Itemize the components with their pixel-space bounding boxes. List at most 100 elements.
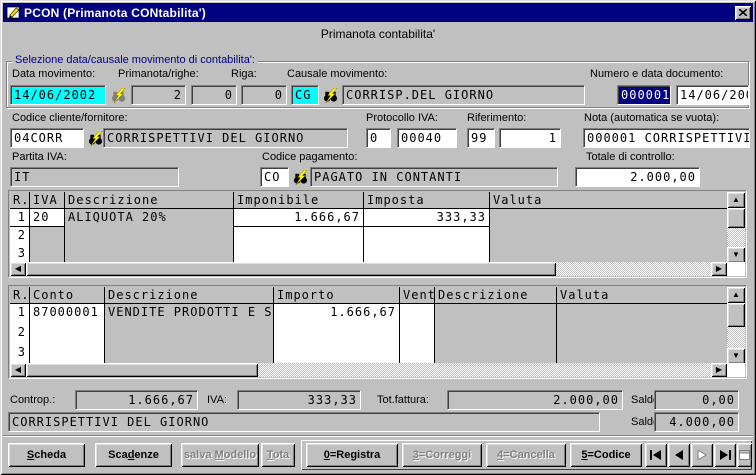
iva-grid: R. IVA Descrizione Imponibile Imposta Va… [10, 192, 729, 263]
scroll-up-arrow[interactable]: ▲ [727, 192, 745, 208]
scroll-right-arrow[interactable]: ▶ [711, 363, 727, 377]
title-bar[interactable]: PCON (Primanota CONtabilita') [3, 3, 753, 22]
protocollo-serie-field[interactable]: 0 [366, 128, 391, 148]
partita-iva-field: IT [10, 167, 179, 187]
cancella-button: 4=Cancella [486, 443, 566, 467]
scroll-up-arrow[interactable]: ▲ [727, 287, 745, 303]
previous-record-button[interactable] [668, 443, 690, 467]
table-cell[interactable] [30, 227, 65, 245]
horizontal-scrollbar[interactable]: ◀ ▶ [10, 262, 727, 276]
scrollbar-thumb[interactable] [26, 262, 556, 276]
iva-totale-label: IVA: [207, 394, 227, 406]
column-header: IVA [30, 192, 65, 209]
totale-controllo-field[interactable]: 2.000,00 [575, 167, 700, 187]
scadenze-button[interactable]: Scadenze [95, 443, 172, 467]
window-title: PCON (Primanota CONtabilita') [24, 6, 735, 20]
binoculars-lightning-icon[interactable] [109, 87, 127, 103]
previous-record-icon [674, 450, 684, 460]
iva-totale-field: 333,33 [237, 390, 361, 410]
form-window-button [737, 443, 752, 467]
vertical-scrollbar[interactable]: ▲ ▼ [727, 287, 745, 364]
column-header: R. [10, 287, 30, 304]
nota-field[interactable]: 000001 CORRISPETTIVI [583, 128, 750, 148]
pencil-icon [5, 5, 21, 21]
totali-button: Tota [261, 443, 295, 467]
saldo-documento-field: 0,00 [654, 390, 739, 410]
binoculars-lightning-icon[interactable] [291, 169, 309, 185]
registra-button[interactable]: 0=Registra [306, 443, 398, 467]
first-record-button[interactable] [645, 443, 667, 467]
protocollo-numero-field[interactable]: 00040 [397, 128, 457, 148]
codice-pagamento-label: Codice pagamento: [262, 151, 357, 163]
binoculars-lightning-icon[interactable] [86, 130, 104, 146]
codice-pagamento-field[interactable]: CO [260, 167, 289, 187]
column-header: R. [10, 192, 30, 209]
causale-code-field[interactable]: CG [291, 85, 319, 105]
scheda-button[interactable]: Scheda [8, 443, 85, 467]
pagamento-descrizione-field: PAGATO IN CONTANTI [310, 167, 558, 187]
table-cell[interactable]: 333,33 [364, 209, 490, 227]
data-movimento-label: Data movimento: [12, 68, 95, 80]
scroll-left-arrow[interactable]: ◀ [10, 363, 26, 377]
cliente-descrizione-field: CORRISPETTIVI DEL GIORNO [103, 128, 348, 148]
column-header: Imponibile [234, 192, 364, 209]
table-cell[interactable] [364, 227, 490, 245]
table-cell[interactable] [30, 324, 105, 344]
descrizione-movimento-field: CORRISPETTIVI DEL GIORNO [8, 412, 600, 432]
column-header: Valuta [557, 287, 729, 304]
table-cell[interactable] [400, 324, 435, 344]
data-movimento-field[interactable]: 14/06/2002 [10, 85, 106, 105]
column-header: Descrizione [435, 287, 557, 304]
primanota-field: 2 [131, 85, 186, 105]
horizontal-scrollbar[interactable]: ◀ ▶ [10, 363, 727, 377]
codice-cliente-label: Codice cliente/fornitore: [12, 112, 128, 124]
riferimento-label: Riferimento: [467, 112, 526, 124]
data-documento-field[interactable]: 14/06/2002 [676, 85, 749, 105]
table-cell [105, 344, 274, 364]
binoculars-lightning-icon[interactable] [321, 87, 339, 103]
riferimento-numero-field[interactable]: 1 [499, 128, 561, 148]
table-cell[interactable]: 20 [30, 209, 65, 227]
iva-table: R. IVA Descrizione Imponibile Imposta Va… [8, 190, 747, 278]
righe-field: 0 [191, 85, 237, 105]
table-cell[interactable] [400, 344, 435, 364]
window-form-icon [739, 450, 750, 460]
table-cell: 3 [10, 245, 30, 263]
vertical-scrollbar[interactable]: ▲ ▼ [727, 192, 745, 263]
table-cell[interactable] [234, 245, 364, 263]
last-record-button[interactable] [714, 443, 736, 467]
close-button[interactable] [735, 6, 751, 20]
scroll-left-arrow[interactable]: ◀ [10, 262, 26, 276]
scroll-down-arrow[interactable]: ▼ [727, 348, 745, 364]
table-cell[interactable]: 87000001 [30, 304, 105, 324]
conti-table: R. Conto Descrizione Importo Vent Descri… [8, 285, 747, 379]
table-cell[interactable] [364, 245, 490, 263]
scroll-down-arrow[interactable]: ▼ [727, 247, 745, 263]
table-cell[interactable] [234, 227, 364, 245]
codice-button[interactable]: 5=Codice [570, 443, 642, 467]
scrollbar-thumb[interactable] [727, 303, 745, 327]
numero-documento-field[interactable]: 000001 [617, 85, 671, 105]
table-cell[interactable] [30, 344, 105, 364]
table-cell[interactable]: 1.666,67 [234, 209, 364, 227]
table-cell[interactable] [274, 344, 400, 364]
salva-modello-button: salva Modello [181, 443, 259, 467]
next-record-button[interactable] [691, 443, 713, 467]
numero-data-documento-label: Numero e data documento: [590, 68, 723, 80]
table-cell: 1 [10, 209, 30, 227]
table-cell[interactable] [400, 304, 435, 324]
scroll-right-arrow[interactable]: ▶ [711, 262, 727, 276]
column-header: Vent [400, 287, 435, 304]
conti-grid: R. Conto Descrizione Importo Vent Descri… [10, 287, 729, 364]
column-header: Conto [30, 287, 105, 304]
scrollbar-thumb[interactable] [26, 363, 258, 377]
table-cell: VENDITE PRODOTTI E SC [105, 304, 274, 324]
causale-movimento-label: Causale movimento: [287, 68, 387, 80]
table-cell[interactable] [30, 245, 65, 263]
table-cell[interactable] [274, 324, 400, 344]
tot-fattura-field: 2.000,00 [447, 390, 623, 410]
riferimento-anno-field[interactable]: 99 [467, 128, 495, 148]
codice-cliente-field[interactable]: 04CORR [10, 128, 84, 148]
scrollbar-thumb[interactable] [727, 208, 745, 228]
table-cell[interactable]: 1.666,67 [274, 304, 400, 324]
